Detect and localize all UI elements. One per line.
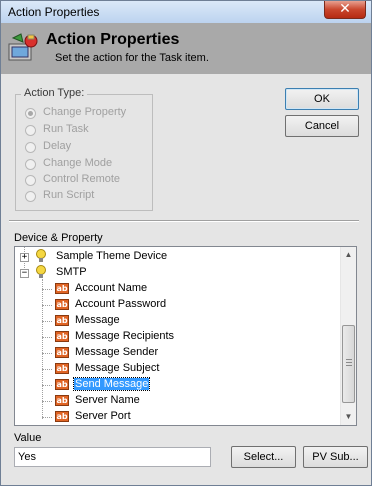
property-icon: ab — [55, 379, 69, 390]
tree-item-label: Message — [75, 314, 120, 326]
ok-button[interactable]: OK — [285, 88, 359, 110]
radio-label: Change Property — [43, 106, 127, 118]
tree-item-message[interactable]: ab Message — [15, 313, 340, 329]
radio-dot-icon — [25, 175, 36, 186]
tree-item-message-recipients[interactable]: ab Message Recipients — [15, 329, 340, 345]
property-icon: ab — [55, 331, 69, 342]
scrollbar-thumb[interactable] — [342, 325, 355, 403]
grip-line — [346, 362, 352, 363]
pv-sub-button[interactable]: PV Sub... — [303, 446, 368, 468]
tree-node-label: Sample Theme Device — [56, 250, 168, 262]
device-property-label: Device & Property — [14, 232, 103, 244]
tree-item-label: Message Recipients — [75, 330, 175, 342]
tree-item-server-port[interactable]: ab Server Port — [15, 409, 340, 425]
tree-scrollbar[interactable]: ▲ ▼ — [340, 247, 356, 425]
radio-label: Run Task — [43, 123, 89, 135]
action-properties-icon — [8, 33, 38, 61]
header-title: Action Properties — [46, 31, 180, 48]
close-icon: ✕ — [339, 1, 351, 17]
property-icon: ab — [55, 363, 69, 374]
radio-dot-icon — [25, 159, 36, 170]
tree-item-label: Server Port — [75, 410, 131, 422]
tree-item-account-name[interactable]: ab Account Name — [15, 281, 340, 297]
property-icon: ab — [55, 395, 69, 406]
radio-dot-icon — [25, 142, 36, 153]
lightbulb-icon — [36, 249, 46, 262]
collapse-icon[interactable]: − — [20, 269, 29, 278]
expand-icon[interactable]: + — [20, 253, 29, 262]
property-icon: ab — [55, 315, 69, 326]
tree-item-message-subject[interactable]: ab Message Subject — [15, 361, 340, 377]
action-type-label: Action Type: — [21, 87, 88, 99]
header-panel: Action Properties Set the action for the… — [1, 23, 371, 74]
radio-label: Change Mode — [43, 157, 113, 169]
property-icon: ab — [55, 299, 69, 310]
tree-item-label: Message Subject — [75, 362, 160, 374]
tree-item-label: Message Sender — [75, 346, 159, 358]
cancel-button[interactable]: Cancel — [285, 115, 359, 137]
divider — [9, 220, 359, 222]
tree-item-label-selected: Send Message — [72, 377, 151, 391]
tree-item-label: Account Name — [75, 282, 148, 294]
tree-node-label: SMTP — [56, 266, 87, 278]
property-icon: ab — [55, 283, 69, 294]
tree-item-server-name[interactable]: ab Server Name — [15, 393, 340, 409]
scroll-down-arrow-icon[interactable]: ▼ — [341, 409, 356, 425]
radio-label: Control Remote — [43, 173, 121, 185]
action-properties-dialog: Action Properties ✕ Action Properties Se… — [0, 0, 372, 486]
radio-dot-icon — [25, 191, 36, 202]
tree-item-send-message[interactable]: ab Send Message — [15, 377, 340, 393]
grip-line — [346, 365, 352, 366]
close-button[interactable]: ✕ — [324, 1, 366, 19]
select-button[interactable]: Select... — [231, 446, 296, 468]
property-icon: ab — [55, 411, 69, 422]
device-property-tree[interactable]: + Sample Theme Device − SMTP ab Account … — [14, 246, 357, 426]
title-bar: Action Properties ✕ — [1, 1, 371, 24]
grip-line — [346, 359, 352, 360]
lightbulb-icon — [36, 265, 46, 278]
header-subtitle: Set the action for the Task item. — [55, 52, 209, 64]
property-icon: ab — [55, 347, 69, 358]
radio-label: Delay — [43, 140, 72, 152]
tree-item-message-sender[interactable]: ab Message Sender — [15, 345, 340, 361]
radio-dot-icon — [25, 125, 36, 136]
tree-node-sample-theme-device[interactable]: + Sample Theme Device — [15, 249, 340, 265]
window-title: Action Properties — [8, 5, 100, 19]
radio-dot-icon — [25, 108, 36, 119]
tree-item-label: Server Name — [75, 394, 140, 406]
radio-label: Run Script — [43, 189, 95, 201]
value-label: Value — [14, 432, 42, 444]
tree-item-account-password[interactable]: ab Account Password — [15, 297, 340, 313]
tree-item-label: Account Password — [75, 298, 167, 310]
value-input[interactable] — [14, 447, 211, 467]
scroll-up-arrow-icon[interactable]: ▲ — [341, 247, 356, 263]
tree-node-smtp[interactable]: − SMTP — [15, 265, 340, 281]
